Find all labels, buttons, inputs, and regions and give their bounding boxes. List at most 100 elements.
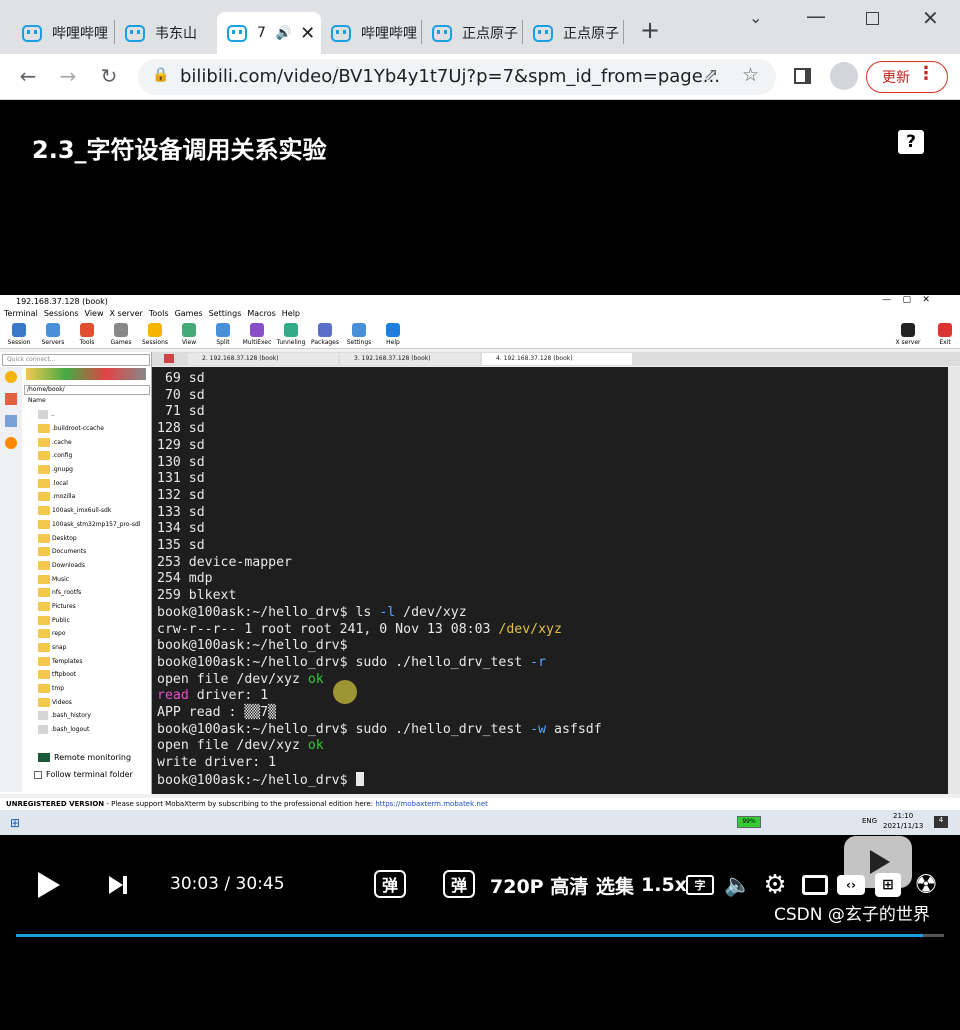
moba-tool-icon: [250, 323, 264, 337]
moba-tool-icon: [182, 323, 196, 337]
browser-tab-1[interactable]: 哔哩哔哩: [12, 12, 112, 54]
new-tab-icon[interactable]: +: [640, 16, 660, 44]
monitor-icon: [38, 753, 50, 762]
browser-tab-active[interactable]: 7 🔊 ✕: [217, 12, 321, 54]
moba-menu-item: Macros: [247, 309, 276, 318]
back-icon[interactable]: ←: [14, 62, 42, 90]
sftp-file-item: Public: [24, 613, 140, 627]
terminal-text: driver: 1: [188, 688, 269, 704]
terminal-text: ok: [307, 671, 324, 687]
widescreen-icon[interactable]: ‹›: [836, 870, 866, 900]
folder-icon: [38, 684, 50, 694]
input-lang: ENG: [862, 817, 878, 825]
web-fullscreen-icon[interactable]: ⊞: [873, 870, 903, 900]
speed-button[interactable]: 1.5x: [641, 870, 687, 900]
share-icon[interactable]: ⇗: [704, 65, 718, 85]
moba-tool-multiexec: MultiExec: [242, 323, 272, 346]
volume-icon[interactable]: 🔈: [724, 870, 752, 900]
moba-menu-item: Games: [174, 309, 203, 318]
browser-tab-5[interactable]: 正点原子: [422, 12, 522, 54]
maximize-icon[interactable]: [866, 12, 879, 25]
terminal-text: /dev/xyz: [395, 604, 467, 620]
reload-icon[interactable]: ↻: [95, 62, 123, 90]
moba-tool-exit: Exit: [930, 323, 960, 346]
bookmark-star-icon[interactable]: ☆: [742, 64, 759, 86]
terminal-text: asfsdf: [546, 721, 602, 737]
browser-tab-4[interactable]: 哔哩哔哩: [321, 12, 421, 54]
moba-toolbar: Session Servers Tools Games Sessions View Spli…: [0, 321, 960, 349]
moba-menu-item: Settings: [208, 309, 242, 318]
terminal-text: APP read : ▒▒7▒: [157, 705, 277, 721]
minimize-icon[interactable]: —: [806, 4, 826, 28]
moba-menu-item: X server: [109, 309, 143, 318]
folder-icon: [38, 478, 50, 488]
file-icon: [38, 711, 48, 721]
progress-bar[interactable]: [16, 934, 944, 937]
sftp-file-item: .buildroot-ccache: [24, 422, 140, 436]
omnibox[interactable]: 🔒 bilibili.com/video/BV1Yb4y1t7Uj?p=7&sp…: [138, 59, 776, 95]
time-display: 30:03 / 30:45: [170, 874, 285, 894]
moba-tool-xserver: X server: [893, 323, 923, 346]
terminal-text: -w: [530, 721, 547, 737]
settings-gear-icon[interactable]: ⚙: [760, 870, 790, 900]
play-icon[interactable]: [32, 870, 66, 900]
browser-tab-6[interactable]: 正点原子: [523, 12, 623, 54]
subtitle-icon[interactable]: 字: [686, 875, 714, 895]
terminal-text: open file /dev/xyz: [157, 671, 308, 687]
video-title: 2.3_字符设备调用关系实验: [32, 136, 327, 164]
terminal-text: book@100ask:~/hello_drv$ ls: [157, 604, 380, 620]
terminal-line: open file /dev/xyz ok: [157, 672, 948, 689]
danmaku-settings-icon[interactable]: 弹: [443, 870, 475, 898]
side-panel-icon[interactable]: [794, 68, 811, 84]
terminal-text: read: [157, 688, 189, 704]
terminal-line: 259 blkext: [157, 588, 948, 605]
sftp-file-item: ..: [24, 408, 140, 422]
close-window-icon[interactable]: ✕: [922, 6, 939, 30]
moba-tool-icon: [216, 323, 230, 337]
folder-icon: [38, 574, 50, 584]
address-toolbar: ← → ↻ 🔒 bilibili.com/video/BV1Yb4y1t7Uj?…: [0, 54, 960, 100]
video-frame: 192.168.37.128 (book) — ▢ ✕ Terminal Sess…: [0, 295, 960, 835]
tab-search-icon[interactable]: ⌄: [749, 8, 762, 27]
browser-tab-2[interactable]: 韦东山: [115, 12, 215, 54]
terminal-line: 253 device-mapper: [157, 555, 948, 572]
terminal-line: crw-r--r-- 1 root root 241, 0 Nov 13 08:…: [157, 622, 948, 639]
episodes-button[interactable]: 选集: [596, 870, 634, 900]
fullscreen-icon[interactable]: ☢: [910, 870, 942, 900]
sftp-bottom-panel: Remote monitoring Follow terminal folder: [24, 753, 150, 779]
taskbar-clock: 21:10: [893, 812, 914, 820]
sftp-file-item: .bash_history: [24, 709, 140, 723]
moba-tool-split: Split: [208, 323, 238, 346]
terminal-text: crw-r--r-- 1 root root 241, 0 Nov 13 08:…: [157, 621, 499, 637]
danmaku-toggle-icon[interactable]: 弹: [374, 870, 406, 898]
terminal-line: book@100ask:~/hello_drv$: [157, 638, 948, 655]
bilibili-icon: [331, 24, 351, 42]
quality-button[interactable]: 720P 高清: [490, 870, 588, 900]
moba-tool-help: Help: [378, 323, 408, 346]
moba-tool-servers: Servers: [38, 323, 68, 346]
moba-tool-icon: [284, 323, 298, 337]
moba-tool-tools: Tools: [72, 323, 102, 346]
moba-tool-icon: [352, 323, 366, 337]
close-tab-icon[interactable]: ✕: [300, 23, 315, 44]
terminal-text: 128 sd: [157, 421, 205, 437]
folder-icon: [38, 533, 50, 543]
follow-folder-checkbox: [34, 770, 42, 779]
folder-icon: [38, 697, 50, 707]
profile-avatar-icon[interactable]: [830, 62, 858, 90]
terminal-line: open file /dev/xyz ok: [157, 738, 948, 755]
moba-menu-item: Terminal: [4, 309, 38, 318]
forward-icon[interactable]: →: [54, 62, 82, 90]
next-icon[interactable]: [104, 870, 132, 900]
terminal-line: 128 sd: [157, 421, 948, 438]
pip-icon[interactable]: [800, 870, 830, 900]
sftp-file-item: Downloads: [24, 559, 140, 573]
update-button[interactable]: 更新 ⋮: [866, 61, 948, 93]
folder-icon: [38, 547, 50, 557]
terminal-line: 130 sd: [157, 455, 948, 472]
help-question-icon[interactable]: ?: [898, 130, 924, 154]
moba-tool-games: Games: [106, 323, 136, 346]
bilibili-icon: [125, 24, 145, 42]
terminal-text: 130 sd: [157, 454, 205, 470]
url-text[interactable]: bilibili.com/video/BV1Yb4y1t7Uj?p=7&spm_…: [180, 66, 720, 87]
